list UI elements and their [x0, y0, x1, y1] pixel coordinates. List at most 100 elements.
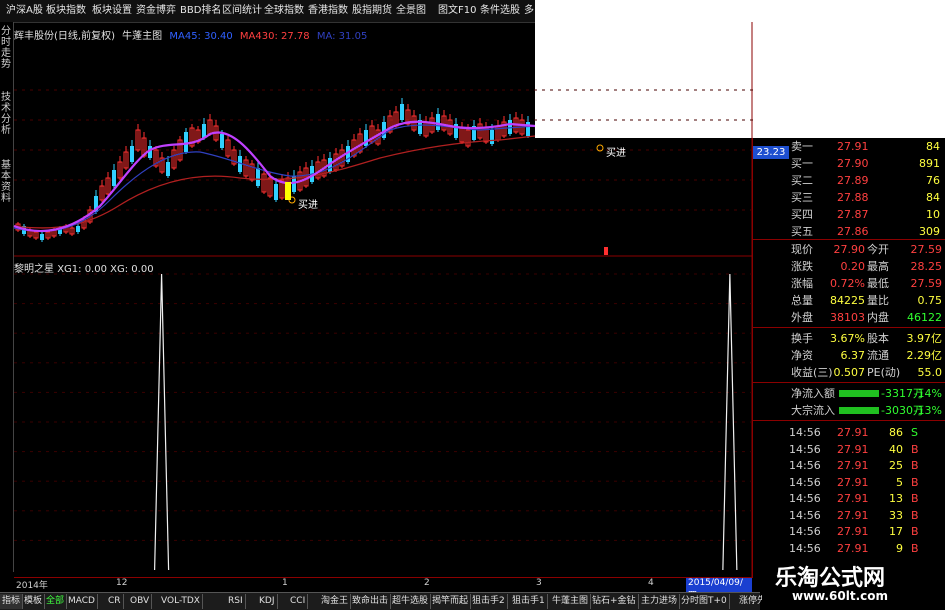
watermark-title: 乐淘公式网	[775, 565, 886, 591]
trade-volume: 25	[889, 459, 903, 472]
order-book-row: 买三 27.88 84	[753, 189, 945, 206]
fund-flow-percent: -14%	[913, 387, 942, 400]
indicator-tab[interactable]: 超牛选股	[390, 594, 432, 609]
separator	[753, 420, 945, 421]
quote-row: 收益(三) 0.507 PE(动) 55.0	[753, 364, 945, 381]
chart-title-row: 辉丰股份(日线,前复权) 牛蓬主图 MA45: 30.40 MA430: 27.…	[14, 27, 371, 42]
candle-body	[274, 184, 278, 200]
order-book-row: 买五 27.86 309	[753, 223, 945, 240]
trade-side: B	[911, 475, 919, 489]
quote-value: 3.67%	[830, 332, 865, 345]
candle-body	[220, 134, 224, 148]
quote-label: 外盘	[791, 311, 813, 324]
time-axis-label: 4	[648, 578, 654, 588]
quote-value: 2.29亿	[906, 349, 943, 362]
trade-price: 27.91	[837, 475, 869, 489]
trade-row: 14:56 27.91 17 B	[789, 524, 945, 540]
trade-row: 14:56 27.91 86 S	[789, 425, 945, 441]
trade-side: B	[911, 541, 919, 555]
quote-label: 换手	[791, 332, 813, 345]
trade-time: 14:56	[789, 541, 821, 555]
order-book-volume: 84	[926, 191, 940, 204]
order-book-price: 27.89	[837, 174, 869, 187]
ma5-value: MA45: 30.40	[169, 31, 233, 42]
trade-side: B	[911, 525, 919, 538]
candle-body	[256, 168, 260, 186]
indicator-tab[interactable]: MACD	[66, 594, 98, 609]
order-book-volume: 891	[919, 157, 940, 170]
indicator-tab[interactable]: KDJ	[257, 594, 278, 609]
quote-row: 外盘 38103 内盘 46122	[753, 309, 945, 326]
trade-side: B	[911, 459, 919, 472]
indicator-tab[interactable]: 全部	[44, 594, 68, 609]
order-book-row: 买二 27.89 76	[753, 172, 945, 189]
trade-time: 14:56	[789, 475, 821, 489]
candle-body	[400, 104, 404, 120]
quote-label: 今开	[867, 243, 889, 256]
indicator-tab[interactable]: 指标	[0, 594, 24, 609]
indicator-tab[interactable]: 主力进场	[639, 594, 681, 609]
order-book-label: 买四	[791, 208, 813, 221]
order-book-price: 27.86	[837, 225, 869, 238]
order-book-label: 买三	[791, 191, 813, 204]
ma30-value: MA430: 27.78	[239, 31, 310, 42]
candle-body	[184, 132, 188, 152]
indicator-tab[interactable]: 分时图T+0	[679, 594, 730, 609]
trade-side: B	[911, 442, 919, 456]
time-axis-label: 2	[424, 578, 430, 588]
order-book-price: 27.90	[837, 157, 869, 170]
trade-volume: 13	[889, 492, 903, 505]
indicator-tab[interactable]: 揭竿而起	[430, 594, 472, 609]
trade-side: B	[911, 492, 919, 505]
trade-row: 14:56 27.91 9 B	[789, 541, 945, 557]
order-book-volume: 76	[926, 174, 940, 187]
indicator-tab[interactable]: RSI	[226, 594, 246, 609]
xg1-value: XG1: 0.00	[57, 264, 107, 275]
indicator-tab[interactable]: 模板	[22, 594, 46, 609]
buy-candle	[285, 182, 291, 200]
order-book-price: 27.91	[837, 140, 869, 153]
trade-side: B	[911, 508, 919, 522]
trade-time: 14:56	[789, 442, 821, 456]
indicator-tab[interactable]: 致命出击	[350, 594, 392, 609]
fund-flow-label: 大宗流入	[791, 404, 835, 417]
trade-volume: 5	[896, 475, 903, 489]
trade-row: 14:56 27.91 13 B	[789, 491, 945, 507]
quote-value: 38103	[830, 311, 865, 324]
quote-label: 流通	[867, 349, 889, 362]
stock-title: 辉丰股份(日线,前复权)	[14, 31, 115, 42]
fund-flow-row[interactable]: 大宗流入 -3030万 -13%	[753, 402, 945, 419]
time-axis: 2014年1212342015/04/09/四	[14, 577, 752, 601]
indicator-name[interactable]: 牛蓬主图	[122, 31, 162, 42]
signal-series	[154, 273, 738, 571]
indicator-tab[interactable]: VOL-TDX	[159, 594, 203, 609]
quote-label: 最低	[867, 277, 889, 290]
indicator-tab[interactable]: CCI	[288, 594, 309, 609]
quote-label: 净资	[791, 349, 813, 362]
indicator-tab[interactable]: CR	[106, 594, 124, 609]
indicator-tab[interactable]: 牛蓬主图	[550, 594, 592, 609]
candle-body	[202, 124, 206, 138]
indicator-tab[interactable]: OBV	[128, 594, 153, 609]
subchart-title[interactable]: 黎明之星	[14, 264, 54, 275]
buy-label: 买进	[606, 147, 626, 159]
quote-label: PE(动)	[867, 366, 901, 379]
quote-value: 27.90	[833, 243, 866, 256]
quote-label: 总量	[791, 294, 813, 307]
trade-price: 27.91	[837, 541, 869, 555]
trade-time: 14:56	[789, 508, 821, 522]
trade-time: 14:56	[789, 525, 821, 538]
fund-flow-row[interactable]: 净流入额 -3317万 -14%	[753, 385, 945, 402]
candle-body	[166, 162, 170, 176]
indicator-tab[interactable]: 狙击手1	[510, 594, 548, 609]
price-flag-icon	[604, 247, 608, 255]
order-book-volume: 84	[926, 140, 940, 153]
trade-price: 27.91	[837, 426, 869, 439]
trade-time: 14:56	[789, 426, 821, 439]
trade-volume: 17	[889, 525, 903, 538]
trade-volume: 9	[896, 541, 903, 555]
indicator-tab[interactable]: 钻石+金钻	[590, 594, 639, 609]
indicator-tab[interactable]: 淘金王	[319, 594, 352, 609]
indicator-tab[interactable]: 狙击手2	[470, 594, 508, 609]
candle-body	[526, 122, 530, 136]
